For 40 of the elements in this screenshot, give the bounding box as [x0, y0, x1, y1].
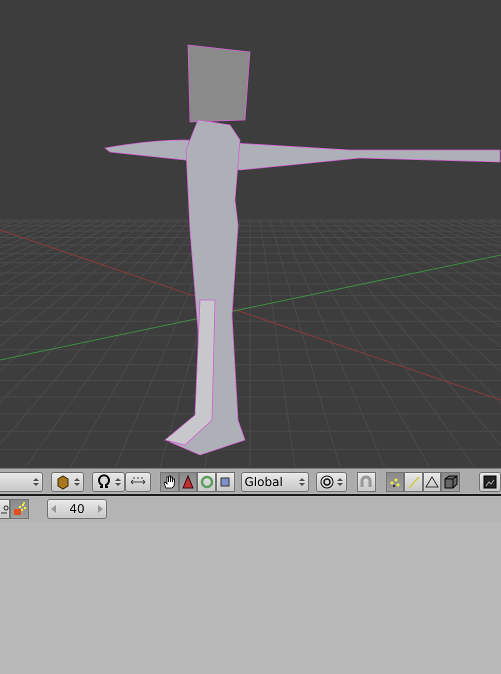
up-down-arrows-icon — [33, 477, 40, 487]
particles-icon — [12, 501, 28, 517]
right-arrow-icon — [98, 505, 103, 513]
hand-toggle[interactable] — [160, 472, 179, 492]
pivot-dropdown[interactable] — [92, 472, 126, 492]
mode-dropdown[interactable] — [0, 472, 44, 492]
frame-field[interactable]: 40 — [47, 499, 107, 519]
scale-toggle[interactable] — [216, 472, 234, 492]
face-toggle[interactable] — [422, 472, 442, 492]
shading-dropdown[interactable] — [51, 472, 84, 492]
magnet-icon — [359, 475, 374, 489]
up-down-arrows-icon — [299, 477, 306, 487]
translate-toggle[interactable] — [178, 472, 198, 492]
rotate-toggle[interactable] — [197, 472, 216, 492]
hand-icon — [161, 474, 178, 490]
cube-icon — [55, 474, 72, 490]
up-down-arrows-icon — [337, 477, 344, 487]
render-picture-icon — [483, 475, 497, 489]
view-button[interactable] — [0, 499, 10, 519]
up-down-arrows-icon — [115, 477, 122, 487]
target-icon — [320, 475, 334, 489]
occlude-toggle[interactable] — [441, 472, 460, 492]
vertex-toggle[interactable] — [386, 472, 404, 492]
triangle-icon — [425, 475, 440, 489]
edge-toggle[interactable] — [404, 472, 423, 492]
axis-toggle-button[interactable] — [125, 472, 152, 492]
3d-viewport[interactable] — [0, 0, 501, 468]
edge-line-icon — [406, 475, 421, 489]
render-button[interactable] — [479, 472, 501, 492]
up-down-arrows-icon — [74, 477, 80, 487]
solid-cube-icon — [442, 474, 459, 490]
snap-toggle[interactable] — [357, 472, 376, 492]
orientation-dropdown[interactable]: Global — [240, 472, 310, 492]
ring-icon — [200, 475, 214, 489]
proportional-dropdown[interactable] — [316, 472, 348, 492]
omega-icon — [96, 474, 112, 490]
particles-toggle[interactable] — [10, 499, 29, 519]
left-arrow-icon — [51, 505, 56, 513]
cone-icon — [182, 475, 194, 489]
square-icon — [220, 477, 230, 487]
